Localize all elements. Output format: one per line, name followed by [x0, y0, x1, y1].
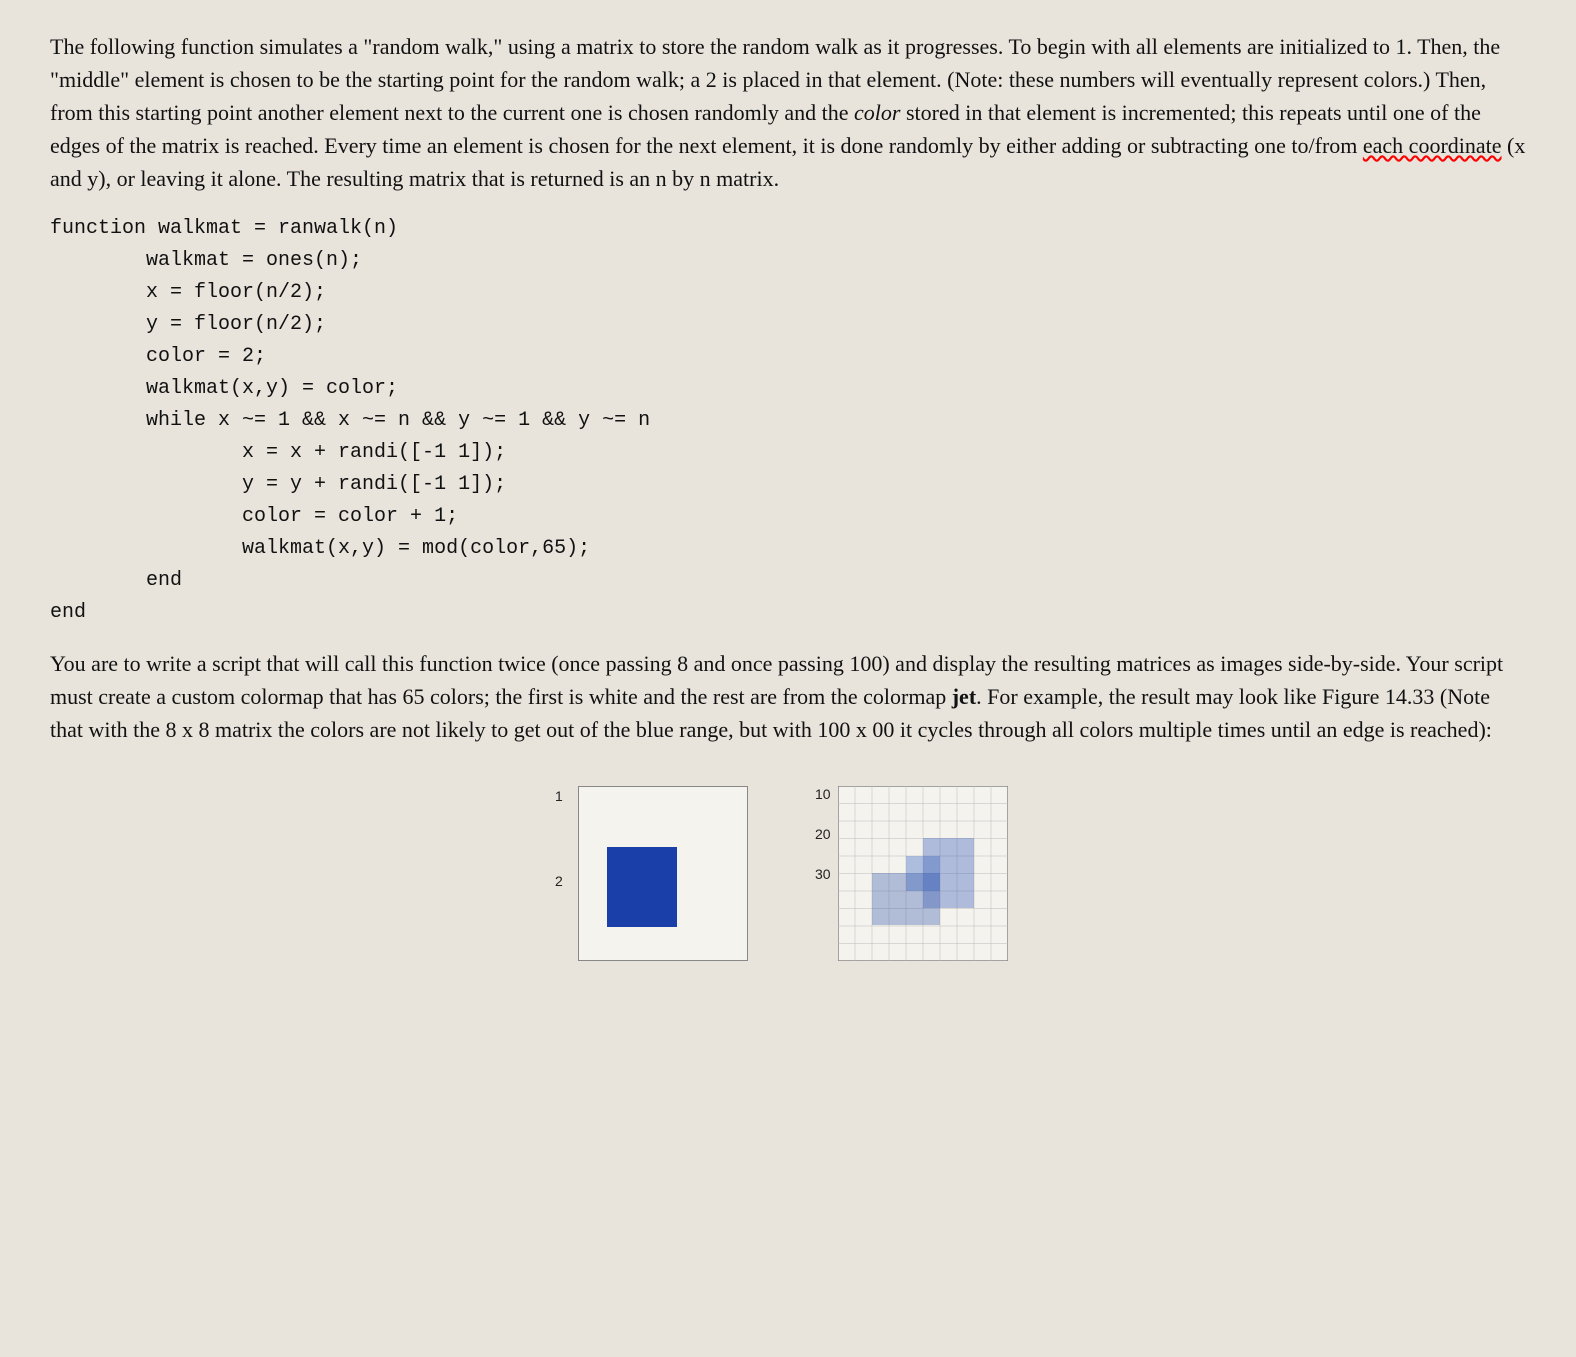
fig2-ylabel-10: 10 [815, 784, 831, 804]
bold-jet: jet [952, 684, 976, 709]
code-block: function walkmat = ranwalk(n) walkmat = … [50, 213, 1526, 629]
fig1-ylabel-2: 2 [555, 871, 563, 891]
code-text: function walkmat = ranwalk(n) walkmat = … [50, 217, 650, 624]
fig2-grid-svg [838, 786, 1008, 961]
fig1-plot-area [578, 786, 748, 961]
para1: The following function simulates a "rand… [50, 30, 1526, 195]
bottom-paragraph: You are to write a script that will call… [50, 647, 1526, 746]
figure1: 1 2 [543, 776, 773, 996]
figure2: 10 20 30 [803, 776, 1033, 996]
fig2-ylabel-30: 30 [815, 864, 831, 884]
fig1-ylabel-1: 1 [555, 786, 563, 806]
italic-color: color [854, 100, 900, 125]
underline-coordinate: each coordinate [1363, 133, 1502, 158]
fig2-plot-area [838, 786, 1008, 961]
figures-row: 1 2 10 20 30 [50, 776, 1526, 996]
bottom-para: You are to write a script that will call… [50, 647, 1526, 746]
fig2-ylabel-20: 20 [815, 824, 831, 844]
page: The following function simulates a "rand… [0, 0, 1576, 1357]
fig1-blue-rect [607, 847, 677, 927]
intro-paragraph: The following function simulates a "rand… [50, 30, 1526, 195]
